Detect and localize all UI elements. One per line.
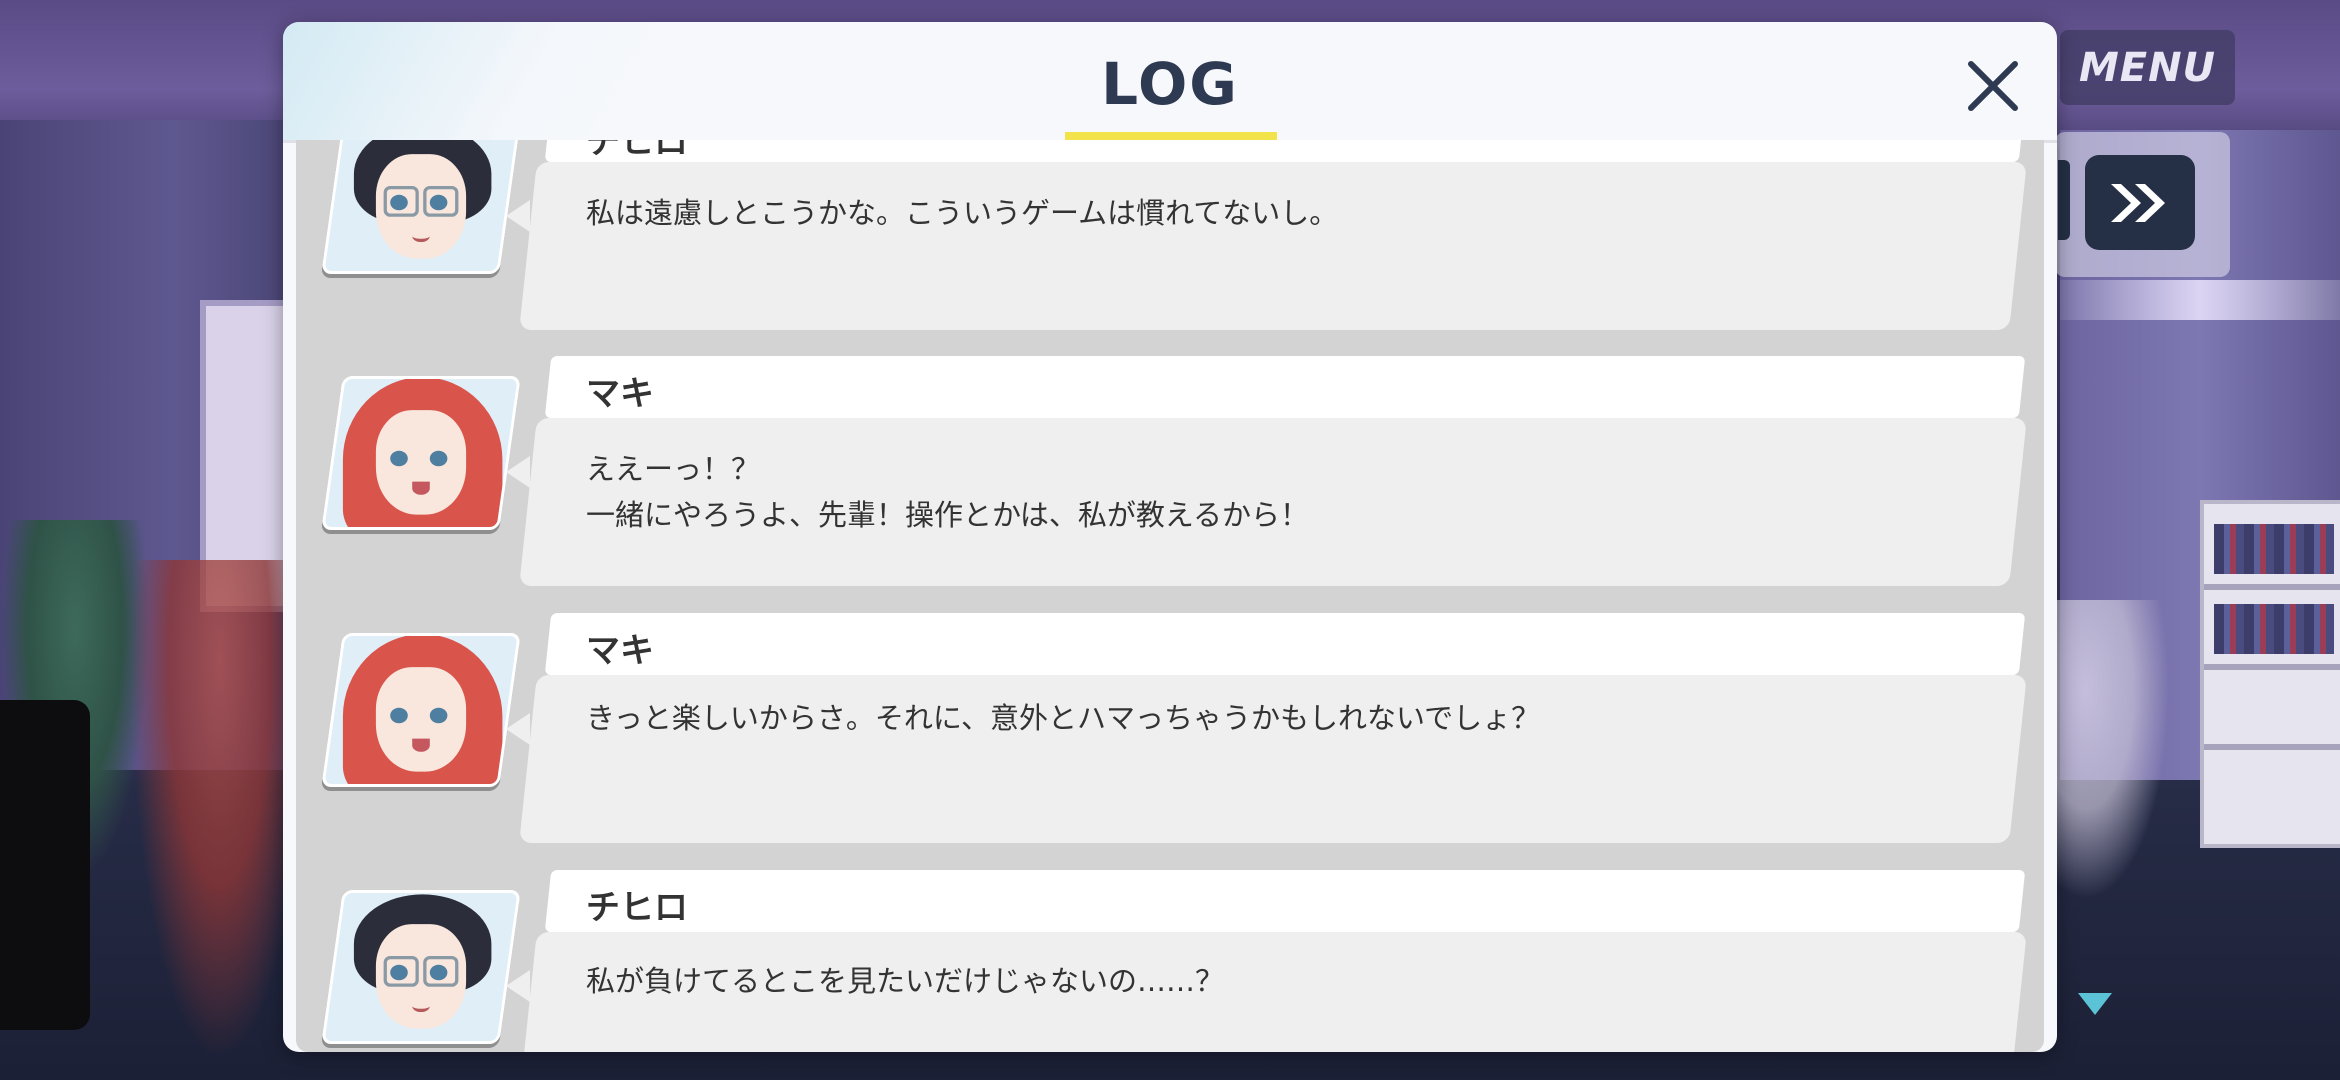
background-light [2060,280,2340,320]
shelf-row [2204,744,2340,750]
log-title: LOG [1101,50,1239,118]
left-dark-panel [0,700,90,1030]
skip-button[interactable] [2085,155,2195,250]
log-header: LOG [283,22,2057,143]
log-entry: チヒロ 私が負けてるとこを見たいだけじゃないの……？ [296,870,2044,1052]
fast-forward-icon [2111,183,2165,222]
avatar-chihiro [321,140,521,274]
dialogue-box-tail [506,456,530,488]
log-list[interactable]: チヒロ 私は遠慮しとこうかな。こういうゲームは慣れてないし。 マキ ええーっ！？… [296,140,2044,1052]
shelf-row [2204,584,2340,590]
menu-button[interactable]: MENU [2060,30,2235,105]
dialogue-line: 私は遠慮しとこうかな。こういうゲームは慣れてないし。 [586,196,1339,230]
speaker-name: マキ [586,374,654,414]
auto-button[interactable] [2058,160,2070,240]
dialogue-line: 一緒にやろうよ、先輩！操作とかは、私が教えるから！ [586,498,1309,532]
dialogue-box-tail [506,713,530,745]
avatar-chihiro [321,890,521,1044]
dialogue-box-tail [506,970,530,1002]
game-scene: MENU LOG チヒロ 私は遠慮しとこうかな。こういうゲームは慣れてないし。 … [0,0,2340,1080]
background-character-right [2050,600,2170,900]
books [2214,524,2334,574]
books [2214,604,2334,654]
log-entry: チヒロ 私は遠慮しとこうかな。こういうゲームは慣れてないし。 [296,140,2044,340]
dialogue-box [519,162,2027,330]
shelf-row [2204,664,2340,670]
avatar-maki [321,376,521,530]
log-entry: マキ ええーっ！？ 一緒にやろうよ、先輩！操作とかは、私が教えるから！ [296,356,2044,596]
speaker-name: チヒロ [586,888,688,928]
log-dialog: LOG チヒロ 私は遠慮しとこうかな。こういうゲームは慣れてないし。 マキ ええ… [283,22,2057,1052]
dialogue-box-tail [506,200,530,232]
speaker-name: マキ [586,631,654,671]
speaker-name-bar [544,140,2026,162]
speaker-name-bar [544,870,2026,932]
dialogue-line: きっと楽しいからさ。それに、意外とハマっちゃうかもしれないでしょ？ [586,701,1541,735]
speaker-name: チヒロ [586,140,688,162]
dialogue-line: 私が負けてるとこを見たいだけじゃないの……？ [586,964,1225,998]
dialogue-line: ええーっ！？ [586,452,761,486]
close-icon [1968,61,2018,111]
speaker-name-bar [544,613,2026,675]
log-entry: マキ きっと楽しいからさ。それに、意外とハマっちゃうかもしれないでしょ？ [296,613,2044,853]
avatar-maki [321,633,521,787]
speaker-name-bar [544,356,2026,418]
background-bookshelf [2200,500,2340,848]
close-button[interactable] [1953,46,2033,126]
scroll-down-icon [2078,993,2112,1015]
